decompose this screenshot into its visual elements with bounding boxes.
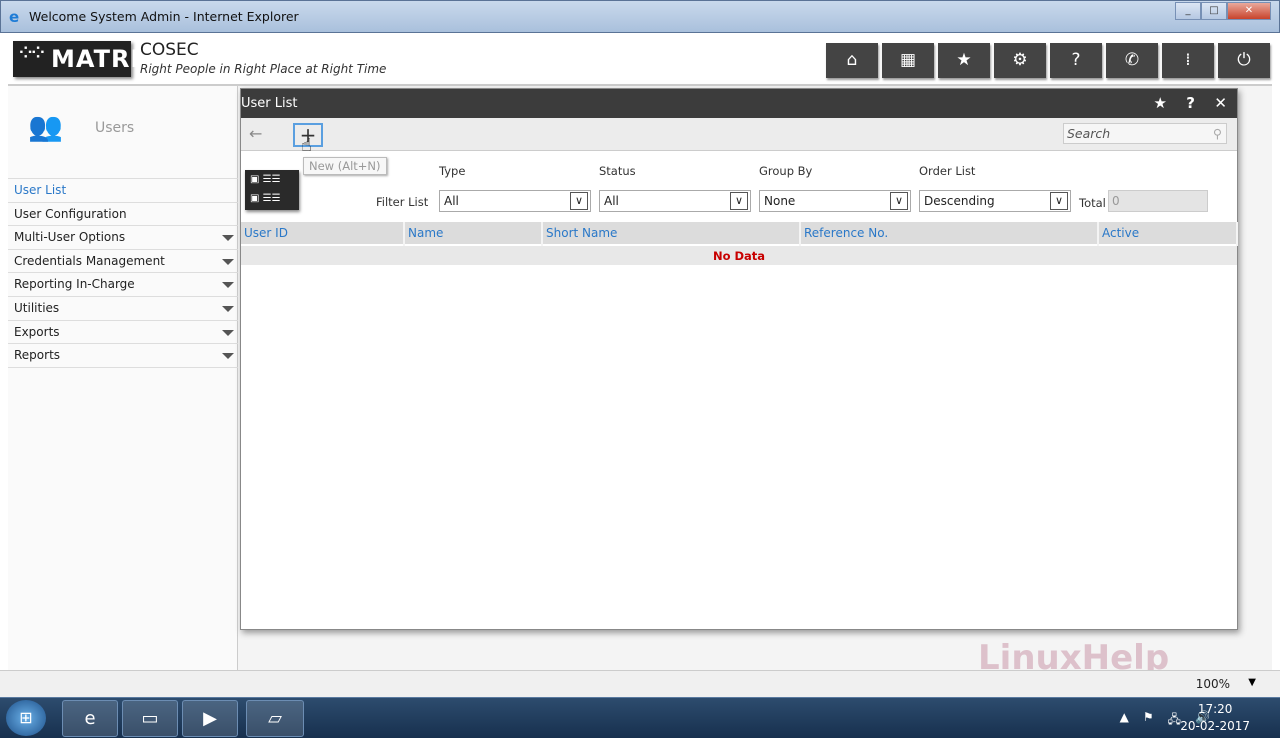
- user-list-icon: ▣ ☰☰ ▣ ☰☰: [245, 170, 299, 210]
- dots-icon: ⁞: [1185, 50, 1191, 70]
- search-input[interactable]: Search ⚲: [1063, 123, 1227, 144]
- apps-button[interactable]: ⁞: [1162, 43, 1214, 78]
- sidebar-item-utilities[interactable]: Utilities: [8, 297, 238, 321]
- table-header: User ID Name Short Name Reference No. Ac…: [241, 222, 1238, 245]
- filter-list-label: Filter List: [376, 195, 429, 209]
- user-table: User ID Name Short Name Reference No. Ac…: [241, 222, 1238, 265]
- sidebar-item-exports[interactable]: Exports: [8, 321, 238, 345]
- close-window-button[interactable]: ✕: [1227, 2, 1271, 20]
- settings-button[interactable]: ⚙: [994, 43, 1046, 78]
- favorites-button[interactable]: ★: [938, 43, 990, 78]
- sidebar-item-user-configuration[interactable]: User Configuration: [8, 203, 238, 227]
- power-icon: ⏻: [1237, 50, 1251, 70]
- clock[interactable]: 17:20 20-02-2017: [1180, 701, 1250, 735]
- help-button[interactable]: ?: [1050, 43, 1102, 78]
- play-icon: ▶: [203, 708, 217, 729]
- users-icon: 👥: [28, 110, 63, 143]
- dialog-close-icon[interactable]: ✕: [1214, 89, 1227, 118]
- taskbar-app[interactable]: ▱: [246, 700, 304, 737]
- window-title: Welcome System Admin - Internet Explorer: [29, 9, 299, 24]
- gear-icon: ⚙: [1012, 50, 1028, 70]
- logout-button[interactable]: ⏻: [1218, 43, 1270, 78]
- search-icon: ⚲: [1212, 126, 1222, 141]
- taskbar: ⊞ e ▭ ▶ ▱ ▲ ⚑ 🖧 🔊 17:20 20-02-2017: [0, 697, 1280, 738]
- ie-icon: e: [9, 8, 20, 26]
- table-row: No Data: [241, 244, 1237, 265]
- dialog-title: User List: [241, 96, 298, 111]
- chevron-down-icon: ∨: [890, 192, 908, 210]
- col-name[interactable]: Name: [404, 222, 543, 245]
- home-icon: ⌂: [846, 50, 858, 70]
- dialog-toolbar: ← + Search ⚲: [241, 118, 1237, 151]
- chevron-down-icon: [222, 235, 234, 242]
- maximize-button[interactable]: □: [1201, 2, 1227, 20]
- taskbar-media-player[interactable]: ▶: [182, 700, 238, 737]
- window-icon: ▱: [268, 708, 282, 729]
- matrix-logo: ⁘⁘ MATRIX: [13, 41, 159, 77]
- zoom-dropdown-icon[interactable]: ▼: [1248, 677, 1256, 688]
- minimize-button[interactable]: _: [1175, 2, 1201, 20]
- sidebar-item-user-list[interactable]: User List: [8, 179, 238, 203]
- chevron-down-icon: ∨: [570, 192, 588, 210]
- col-short-name[interactable]: Short Name: [542, 222, 801, 245]
- users-heading: 👥 Users: [28, 110, 135, 143]
- folder-icon: ▭: [141, 708, 159, 729]
- ie-status-bar: 100% ▼: [0, 670, 1280, 697]
- chevron-down-icon: ∨: [1050, 192, 1068, 210]
- action-center-icon[interactable]: ⚑: [1143, 710, 1154, 731]
- zoom-level[interactable]: 100%: [1196, 677, 1230, 691]
- chevron-down-icon: [222, 282, 234, 289]
- col-user-id[interactable]: User ID: [241, 222, 405, 245]
- chevron-down-icon: ∨: [730, 192, 748, 210]
- status-label: Status: [599, 164, 636, 178]
- sidebar: 👥 Users User List User Configuration Mult…: [8, 86, 238, 670]
- sidebar-item-reports[interactable]: Reports: [8, 344, 238, 368]
- network-icon[interactable]: 🖧: [1168, 710, 1181, 731]
- sidebar-item-multi-user-options[interactable]: Multi-User Options: [8, 226, 238, 250]
- status-select[interactable]: All ∨: [599, 190, 751, 212]
- phone-icon: ✆: [1124, 50, 1140, 70]
- grid-icon: ▦: [899, 50, 917, 70]
- sidebar-item-credentials-management[interactable]: Credentials Management: [8, 250, 238, 274]
- chevron-down-icon: [222, 329, 234, 336]
- no-data-text: No Data: [241, 244, 1237, 265]
- hand-cursor-icon: ☝: [301, 135, 312, 156]
- sidebar-item-reporting-in-charge[interactable]: Reporting In-Charge: [8, 273, 238, 297]
- chevron-down-icon: [222, 353, 234, 360]
- order-list-label: Order List: [919, 164, 976, 178]
- group-by-select[interactable]: None ∨: [759, 190, 911, 212]
- help-icon: ?: [1071, 50, 1081, 70]
- tray-expand-icon[interactable]: ▲: [1120, 710, 1129, 731]
- taskbar-ie[interactable]: e: [62, 700, 118, 737]
- favorite-star-icon[interactable]: ★: [1154, 89, 1167, 118]
- taskbar-explorer[interactable]: ▭: [122, 700, 178, 737]
- app-header: ⁘⁘ MATRIX COSEC Right People in Right Pla…: [8, 33, 1272, 86]
- order-list-select[interactable]: Descending ∨: [919, 190, 1071, 212]
- chevron-down-icon: [222, 258, 234, 265]
- ie-icon: e: [84, 708, 96, 729]
- dialog-titlebar: User List ★ ? ✕: [241, 89, 1237, 118]
- window-titlebar: e Welcome System Admin - Internet Explor…: [0, 0, 1280, 33]
- phone-button[interactable]: ✆: [1106, 43, 1158, 78]
- type-label: Type: [439, 164, 466, 178]
- user-list-dialog: User List ★ ? ✕ ← + Search ⚲ ☝ New (Alt+N…: [240, 88, 1238, 630]
- group-by-label: Group By: [759, 164, 813, 178]
- new-tooltip: New (Alt+N): [303, 157, 387, 175]
- col-reference-no[interactable]: Reference No.: [800, 222, 1099, 245]
- start-button[interactable]: ⊞: [6, 700, 46, 736]
- home-button[interactable]: ⌂: [826, 43, 878, 78]
- total-label: Total: [1079, 196, 1106, 210]
- col-active[interactable]: Active: [1098, 222, 1238, 245]
- chevron-down-icon: [222, 305, 234, 312]
- tagline: Right People in Right Place at Right Tim…: [140, 62, 387, 76]
- back-arrow-icon[interactable]: ←: [249, 124, 262, 143]
- dialog-help-icon[interactable]: ?: [1186, 89, 1195, 118]
- type-select[interactable]: All ∨: [439, 190, 591, 212]
- star-icon: ★: [956, 50, 972, 70]
- total-field: 0: [1108, 190, 1208, 212]
- product-name: COSEC: [140, 40, 199, 60]
- grid-button[interactable]: ▦: [882, 43, 934, 78]
